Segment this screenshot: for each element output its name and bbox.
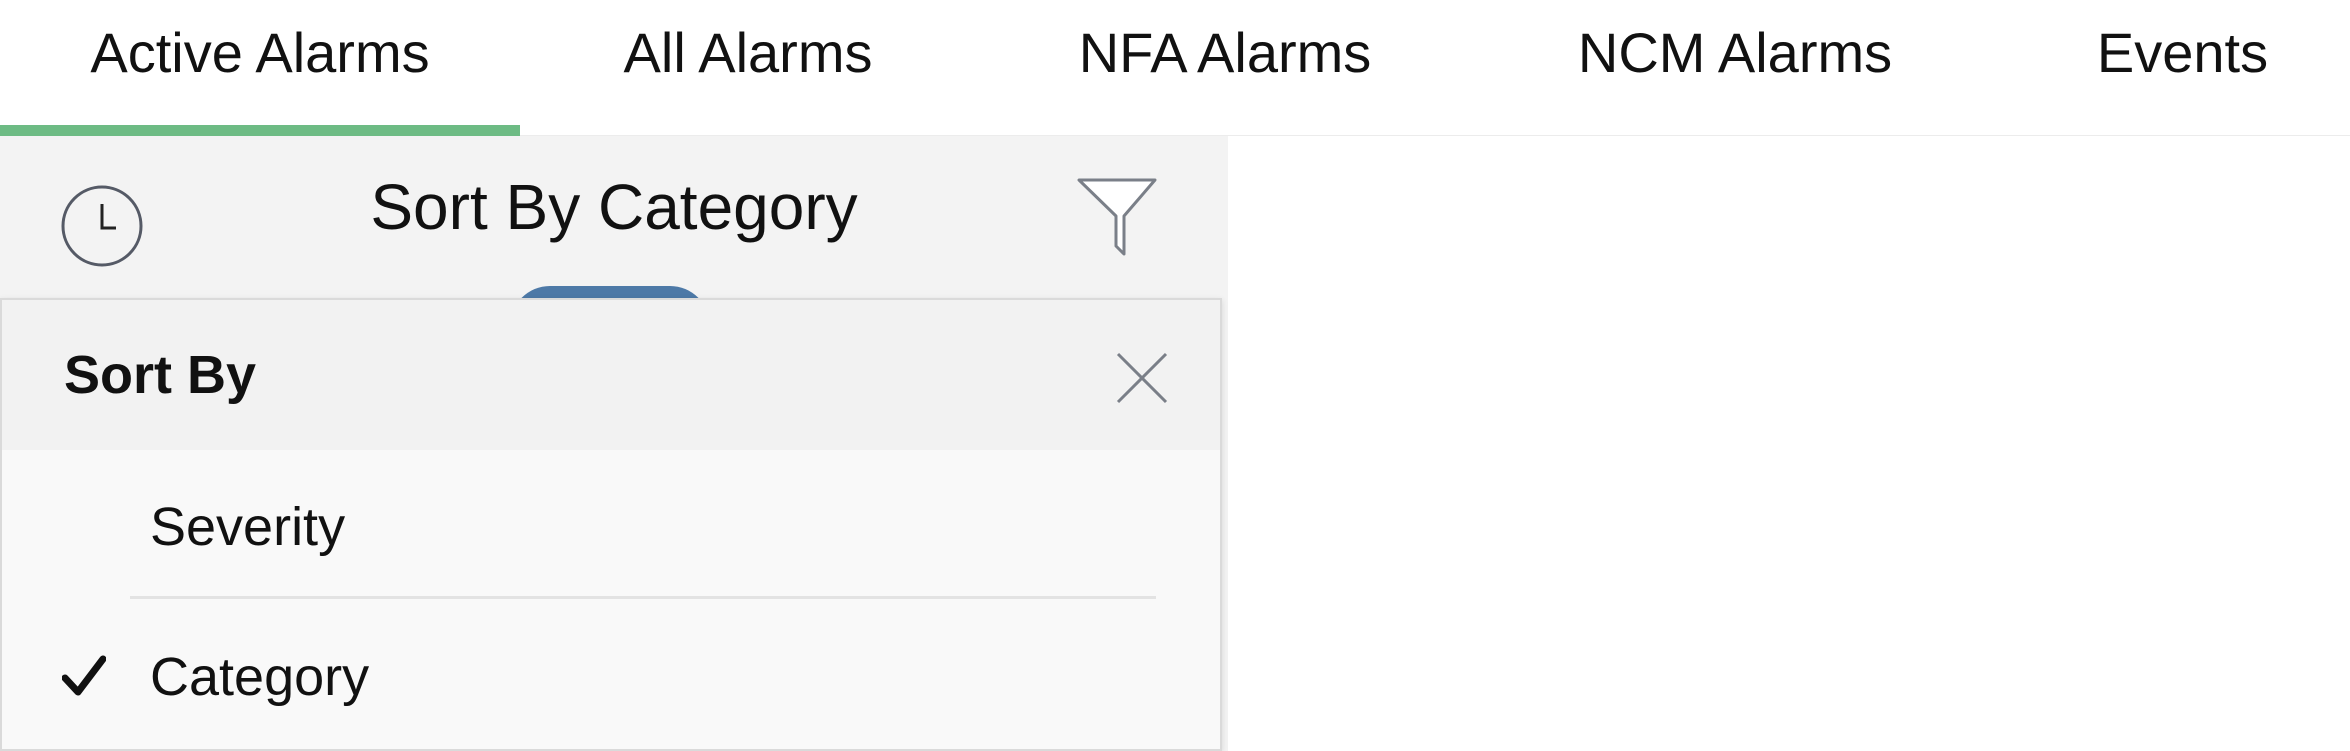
popup-header: Sort By [2, 300, 1220, 450]
filter-icon[interactable] [1076, 176, 1158, 258]
panel-header: Sort By Category [0, 136, 1228, 296]
tab-label: NFA Alarms [1078, 20, 1372, 84]
sort-by-popup: Sort By Severity Category [0, 298, 1222, 751]
tab-ncm-alarms[interactable]: NCM Alarms [1540, 0, 1930, 136]
sort-option-category[interactable]: Category [2, 600, 1220, 750]
option-divider [130, 596, 1156, 599]
checkmark-icon [62, 655, 106, 696]
popup-title: Sort By [64, 345, 257, 405]
tab-label: All Alarms [623, 20, 873, 84]
panel-title: Sort By Category [370, 171, 858, 243]
tab-nfa-alarms[interactable]: NFA Alarms [1030, 0, 1420, 136]
close-icon[interactable] [1114, 350, 1170, 406]
tab-label: Active Alarms [90, 20, 430, 84]
sort-option-label: Severity [150, 497, 346, 557]
sort-option-severity[interactable]: Severity [2, 450, 1220, 600]
tab-all-alarms[interactable]: All Alarms [548, 0, 948, 136]
alarm-tab-bar: Active Alarms All Alarms NFA Alarms NCM … [0, 0, 2350, 136]
tab-label: NCM Alarms [1577, 20, 1893, 84]
sort-option-label: Category [150, 647, 370, 707]
tab-events[interactable]: Events [2050, 0, 2315, 136]
tab-label: Events [2096, 20, 2269, 84]
tab-active-alarms[interactable]: Active Alarms [0, 0, 520, 136]
